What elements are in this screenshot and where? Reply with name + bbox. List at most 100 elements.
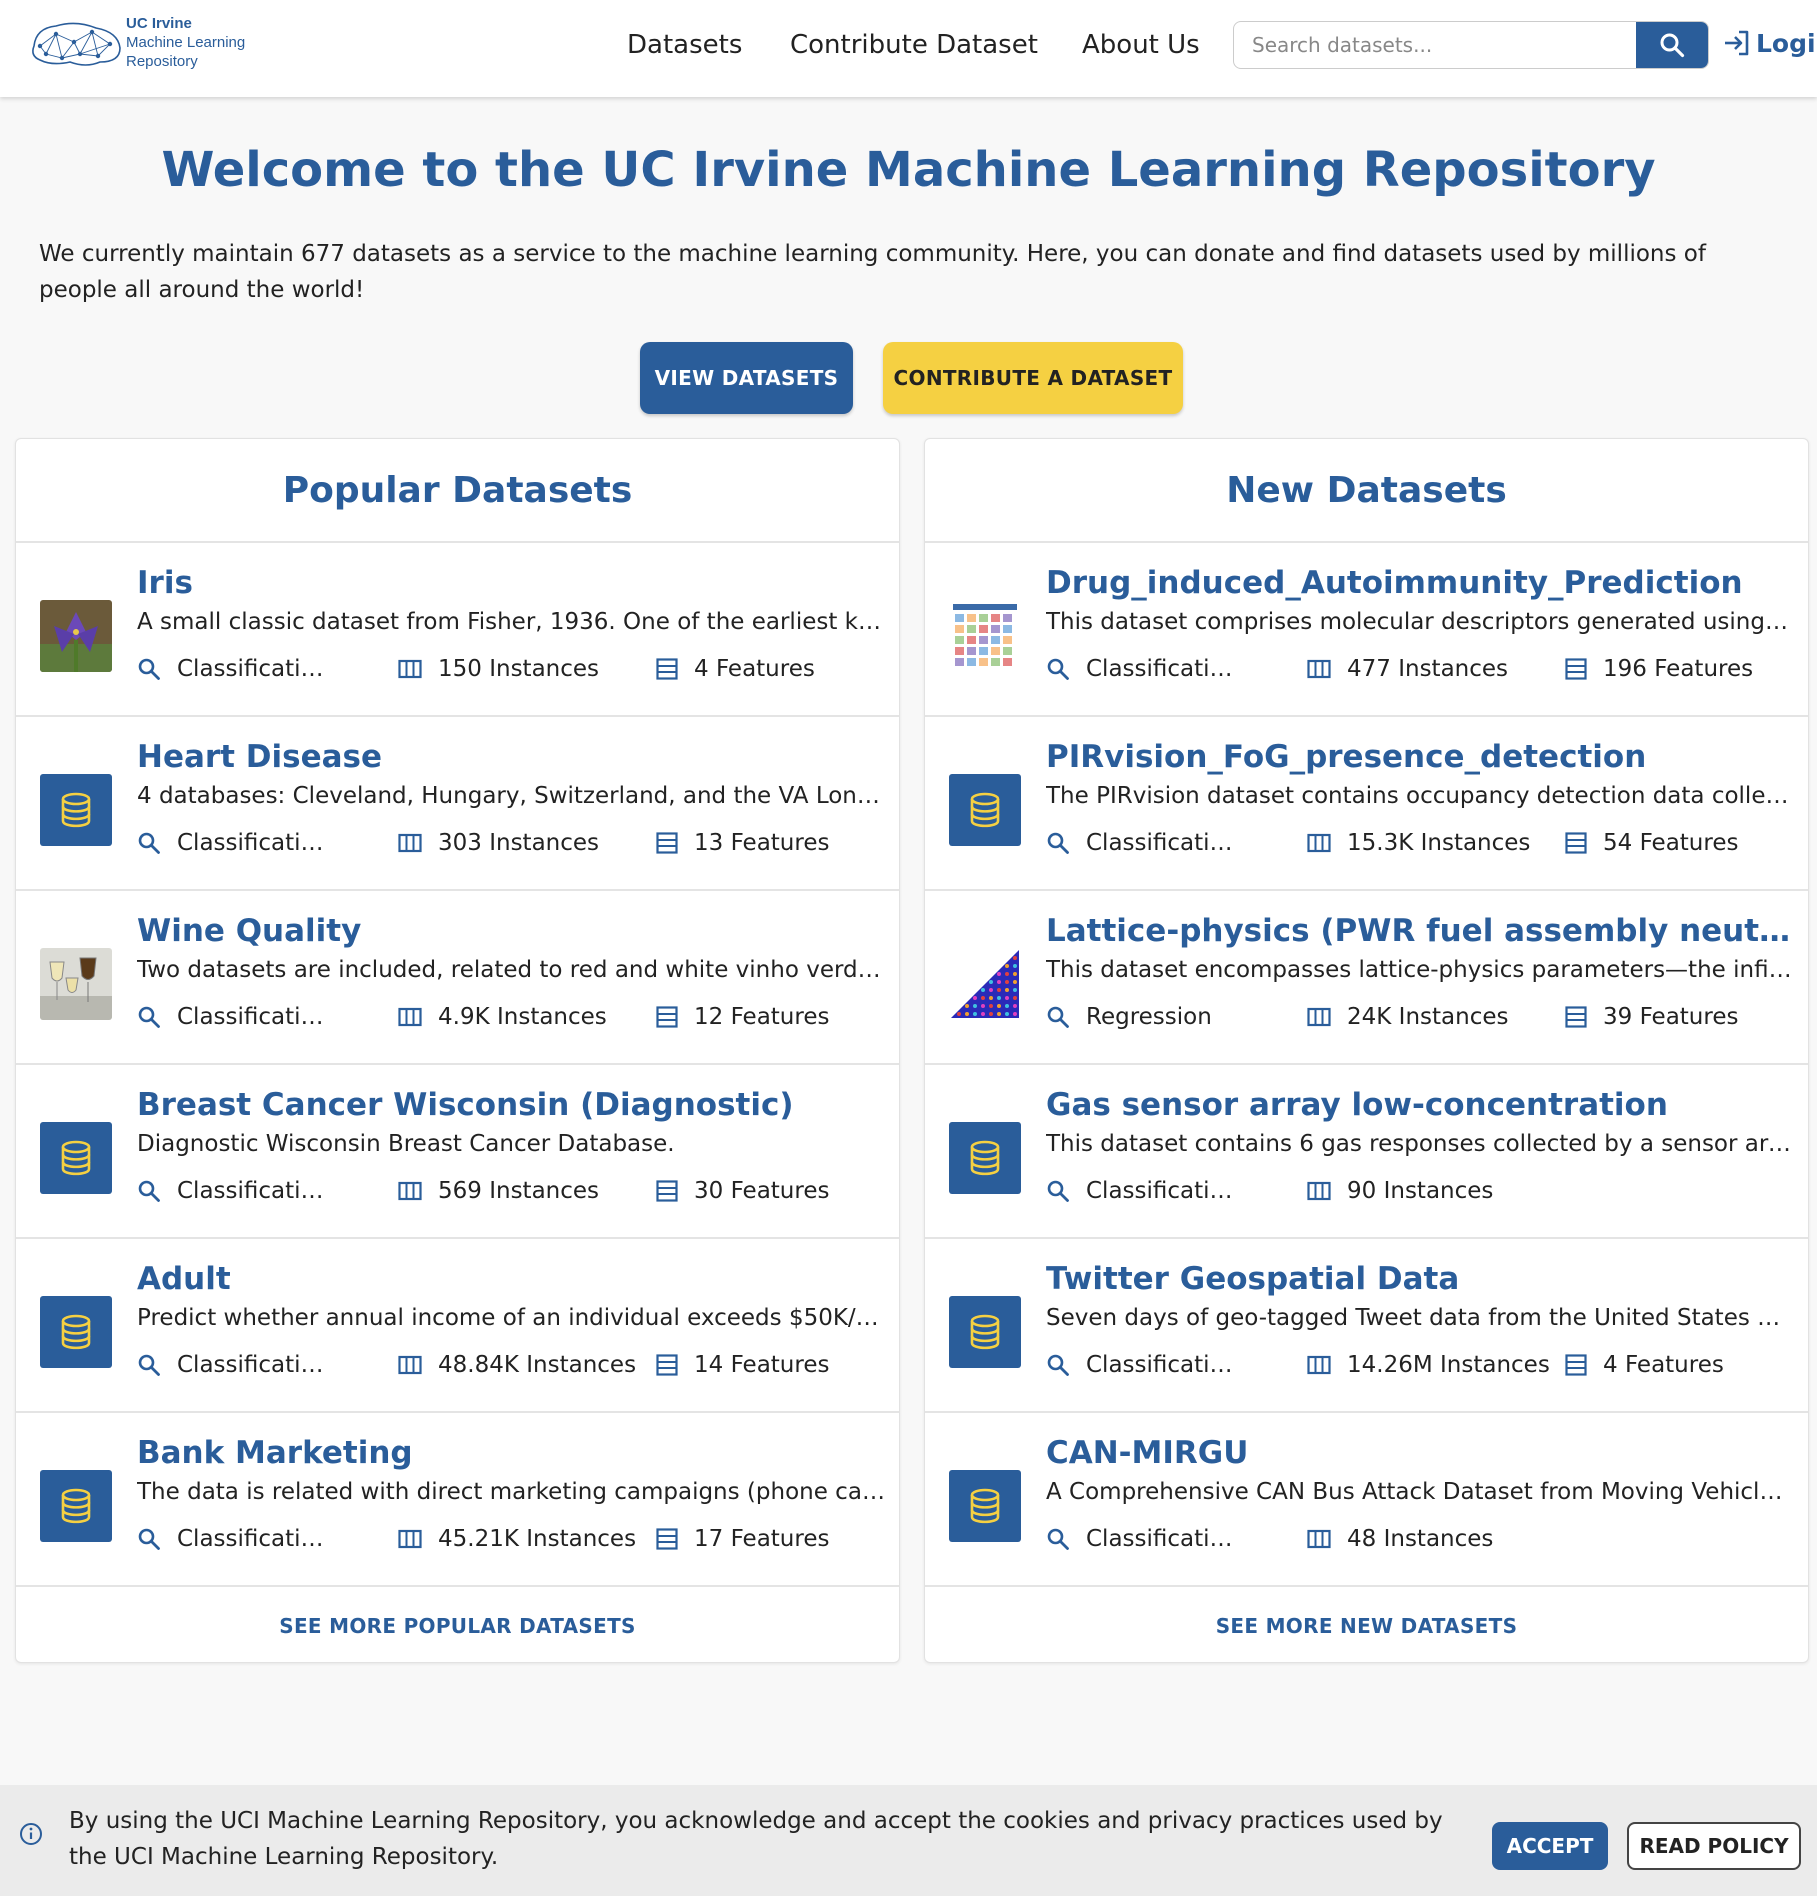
dataset-description: Predict whether annual income of an indi… xyxy=(137,1305,885,1331)
dataset-task: Classification xyxy=(137,1526,329,1552)
see-more-popular-button[interactable]: SEE MORE POPULAR DATASETS xyxy=(16,1587,899,1664)
features-label: 196 Features xyxy=(1603,656,1754,682)
database-icon xyxy=(61,1488,91,1524)
contribute-dataset-button[interactable]: CONTRIBUTE A DATASET xyxy=(883,342,1183,414)
search-icon xyxy=(1660,33,1685,58)
task-label: Classification xyxy=(177,656,329,682)
dataset-features: 4 Features xyxy=(656,656,815,682)
nav-about-us[interactable]: About Us xyxy=(1082,30,1200,60)
rows-icon xyxy=(656,832,678,854)
login-label: Login xyxy=(1756,28,1817,58)
dataset-instances: 477 Instances xyxy=(1307,656,1508,682)
dataset-task: Classification xyxy=(137,1178,329,1204)
dataset-title[interactable]: Lattice-physics (PWR fuel assembly neutr… xyxy=(1046,913,1794,949)
dataset-title[interactable]: Adult xyxy=(137,1261,885,1297)
popular-datasets-panel: Popular Datasets Iris A small classic dat… xyxy=(15,438,900,1663)
database-icon xyxy=(61,1140,91,1176)
features-label: 39 Features xyxy=(1603,1004,1739,1030)
instances-label: 4.9K Instances xyxy=(438,1004,607,1030)
instances-label: 303 Instances xyxy=(438,830,600,856)
dataset-title[interactable]: Bank Marketing xyxy=(137,1435,885,1471)
view-datasets-button[interactable]: VIEW DATASETS xyxy=(640,342,853,414)
instances-label: 45.21K Instances xyxy=(438,1526,637,1552)
rows-icon xyxy=(656,1180,678,1202)
task-label: Classification xyxy=(177,1526,329,1552)
dataset-description: Seven days of geo-tagged Tweet data from… xyxy=(1046,1305,1794,1331)
dataset-thumbnail xyxy=(949,774,1021,846)
dataset-description: A small classic dataset from Fisher, 193… xyxy=(137,609,885,635)
instances-label: 48.84K Instances xyxy=(438,1352,637,1378)
dataset-thumbnail xyxy=(40,1296,112,1368)
instances-label: 24K Instances xyxy=(1347,1004,1509,1030)
dataset-features: 12 Features xyxy=(656,1004,829,1030)
dataset-row[interactable]: Drug_induced_Autoimmunity_Prediction This… xyxy=(925,543,1808,717)
logo-text: UC Irvine Machine Learning Repository xyxy=(126,14,245,71)
dataset-row[interactable]: Wine Quality Two datasets are included, r… xyxy=(16,891,899,1065)
columns-icon xyxy=(398,659,422,679)
uci-logo[interactable]: UC Irvine Machine Learning Repository xyxy=(26,14,245,71)
brain-network-icon xyxy=(32,22,121,66)
dataset-row[interactable]: Breast Cancer Wisconsin (Diagnostic) Diag… xyxy=(16,1065,899,1239)
search-icon xyxy=(1047,1006,1069,1028)
instances-label: 150 Instances xyxy=(438,656,600,682)
database-icon xyxy=(61,792,91,828)
rows-icon xyxy=(656,1354,678,1376)
dataset-features: 196 Features xyxy=(1565,656,1753,682)
dataset-row[interactable]: Bank Marketing The data is related with d… xyxy=(16,1413,899,1587)
nav-datasets[interactable]: Datasets xyxy=(627,30,742,60)
dataset-instances: 48 Instances xyxy=(1307,1526,1493,1552)
columns-icon xyxy=(398,833,422,853)
task-label: Classification xyxy=(177,1178,329,1204)
dataset-task: Classification xyxy=(1046,1526,1238,1552)
cookie-banner: By using the UCI Machine Learning Reposi… xyxy=(0,1785,1817,1896)
dataset-row[interactable]: Lattice-physics (PWR fuel assembly neutr… xyxy=(925,891,1808,1065)
dataset-description: The PIRvision dataset contains occupancy… xyxy=(1046,783,1794,809)
dataset-description: A Comprehensive CAN Bus Attack Dataset f… xyxy=(1046,1479,1794,1505)
dataset-title[interactable]: Heart Disease xyxy=(137,739,885,775)
rows-icon xyxy=(656,1528,678,1550)
login-link[interactable]: Login xyxy=(1722,28,1817,58)
logo-line2: Machine Learning xyxy=(126,34,246,51)
dataset-thumbnail xyxy=(40,774,112,846)
dataset-description: Two datasets are included, related to re… xyxy=(137,957,885,983)
dataset-task: Classification xyxy=(137,656,329,682)
dataset-row[interactable]: Twitter Geospatial Data Seven days of geo… xyxy=(925,1239,1808,1413)
columns-icon xyxy=(398,1529,422,1549)
popular-datasets-heading: Popular Datasets xyxy=(16,439,899,543)
dataset-title[interactable]: Wine Quality xyxy=(137,913,885,949)
logo-line1: UC Irvine xyxy=(126,15,192,32)
dataset-title[interactable]: Twitter Geospatial Data xyxy=(1046,1261,1794,1297)
dataset-instances: 90 Instances xyxy=(1307,1178,1493,1204)
columns-icon xyxy=(1307,1355,1331,1375)
dataset-row[interactable]: PIRvision_FoG_presence_detection The PIRv… xyxy=(925,717,1808,891)
dataset-description: 4 databases: Cleveland, Hungary, Switzer… xyxy=(137,783,885,809)
new-datasets-heading: New Datasets xyxy=(925,439,1808,543)
dataset-row[interactable]: Adult Predict whether annual income of an… xyxy=(16,1239,899,1413)
nav-contribute-dataset[interactable]: Contribute Dataset xyxy=(790,30,1038,60)
dataset-title[interactable]: Drug_induced_Autoimmunity_Prediction xyxy=(1046,565,1794,601)
dataset-row[interactable]: Gas sensor array low-concentration This d… xyxy=(925,1065,1808,1239)
dataset-features: 54 Features xyxy=(1565,830,1738,856)
search-input[interactable] xyxy=(1234,22,1638,68)
dataset-title[interactable]: CAN-MIRGU xyxy=(1046,1435,1794,1471)
dataset-task: Classification xyxy=(137,830,329,856)
search-icon xyxy=(138,1354,160,1376)
dataset-row[interactable]: Iris A small classic dataset from Fisher,… xyxy=(16,543,899,717)
see-more-new-button[interactable]: SEE MORE NEW DATASETS xyxy=(925,1587,1808,1664)
search-button[interactable] xyxy=(1636,22,1708,68)
dataset-title[interactable]: Gas sensor array low-concentration xyxy=(1046,1087,1794,1123)
dataset-title[interactable]: Iris xyxy=(137,565,885,601)
read-policy-button[interactable]: READ POLICY xyxy=(1627,1822,1801,1870)
dataset-instances: 150 Instances xyxy=(398,656,599,682)
infographic-thumb xyxy=(949,600,1021,672)
task-label: Classification, Regression xyxy=(177,1004,329,1030)
dataset-row[interactable]: CAN-MIRGU A Comprehensive CAN Bus Attack … xyxy=(925,1413,1808,1587)
accept-button[interactable]: ACCEPT xyxy=(1492,1822,1608,1870)
dataset-row[interactable]: Heart Disease 4 databases: Cleveland, Hun… xyxy=(16,717,899,891)
dataset-title[interactable]: PIRvision_FoG_presence_detection xyxy=(1046,739,1794,775)
wine-photo xyxy=(40,948,112,1020)
task-label: Classification xyxy=(1086,656,1238,682)
dataset-title[interactable]: Breast Cancer Wisconsin (Diagnostic) xyxy=(137,1087,885,1123)
database-icon xyxy=(970,1140,1000,1176)
dataset-task: Regression xyxy=(1046,1004,1238,1030)
